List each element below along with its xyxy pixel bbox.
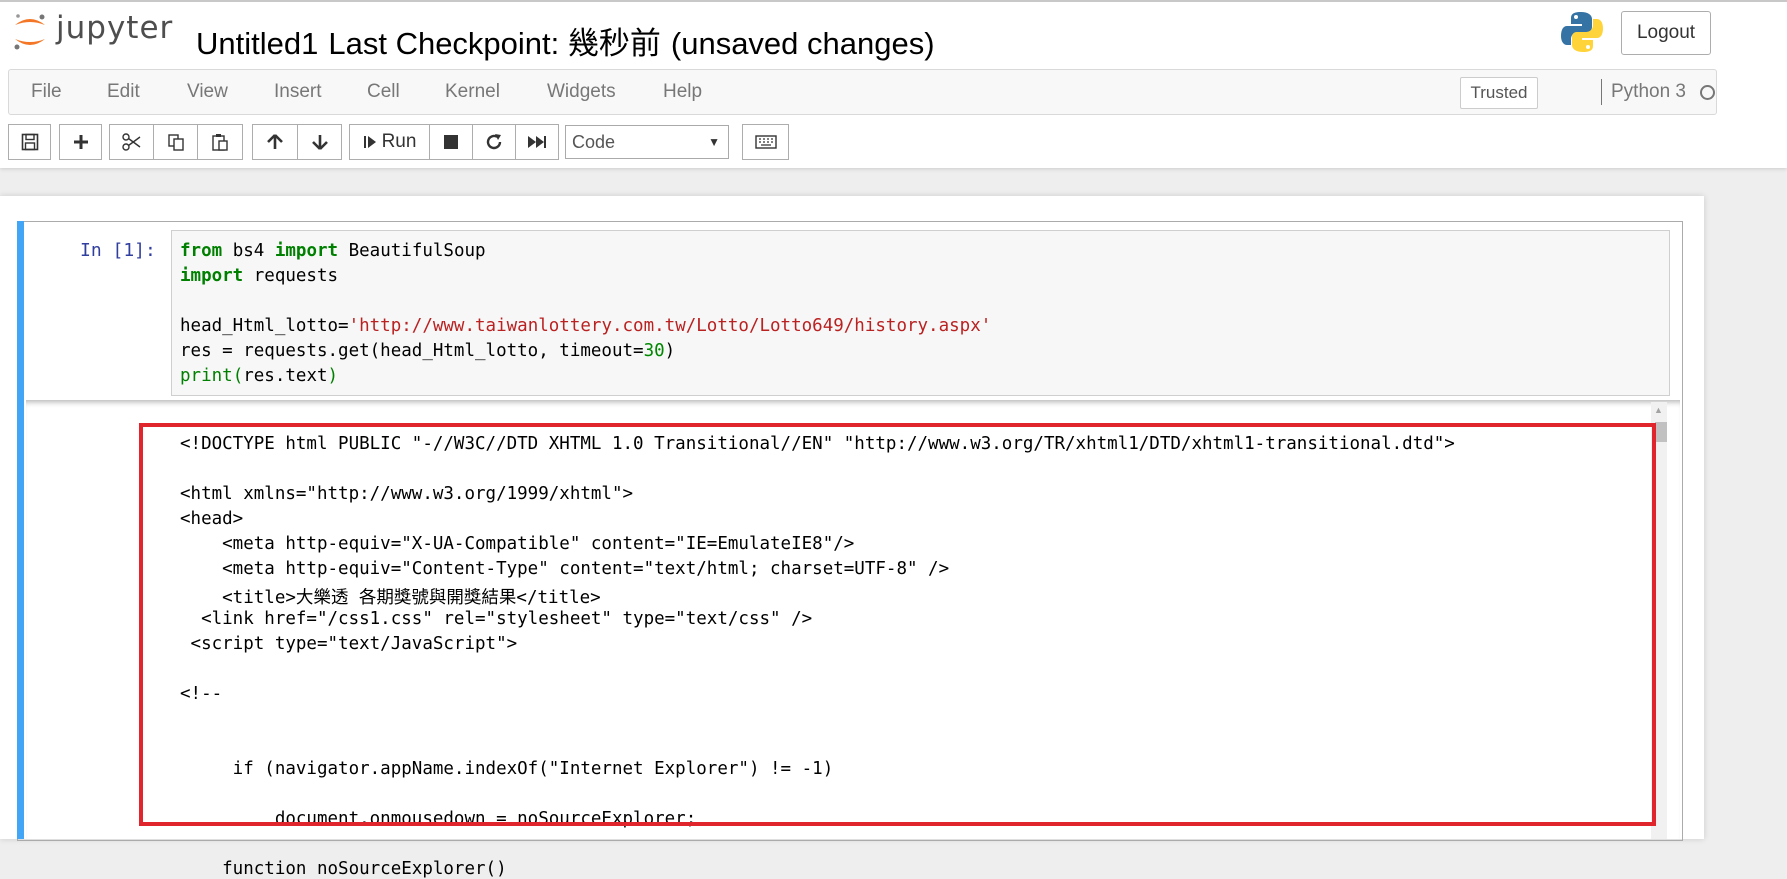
- trusted-badge[interactable]: Trusted: [1460, 77, 1538, 109]
- run-label: Run: [381, 131, 417, 152]
- code-token: res.text: [243, 366, 328, 386]
- scroll-up-arrow-icon[interactable]: ▲: [1654, 405, 1663, 415]
- code-line: res = requests.get(head_Html_lotto, time…: [180, 341, 675, 361]
- step-forward-icon: [363, 136, 376, 148]
- menu-widgets[interactable]: Widgets: [547, 70, 616, 114]
- plus-icon: [73, 135, 88, 149]
- checkpoint-status: Last Checkpoint: 幾秒前: [328, 26, 661, 61]
- jupyter-logo[interactable]: jupyter: [12, 10, 173, 54]
- menu-cell[interactable]: Cell: [367, 70, 400, 114]
- code-token: ): [664, 341, 676, 361]
- paste-icon: [212, 134, 228, 151]
- code-line: print(res.text): [180, 366, 338, 386]
- code-token: print: [180, 366, 233, 386]
- run-button[interactable]: Run: [349, 124, 430, 160]
- code-token: BeautifulSoup: [338, 241, 486, 261]
- kernel-name[interactable]: Python 3: [1611, 70, 1686, 114]
- cut-icon: [121, 133, 140, 151]
- code-token: 30: [643, 341, 665, 361]
- keyboard-icon: [754, 135, 777, 149]
- paste-button[interactable]: [197, 124, 243, 160]
- kernel-divider: [1601, 79, 1602, 105]
- insert-cell-button[interactable]: [59, 124, 102, 160]
- code-token: (: [232, 366, 244, 386]
- notebook-name[interactable]: Untitled1: [196, 26, 318, 61]
- code-token: from: [180, 241, 223, 261]
- move-up-button[interactable]: [252, 124, 298, 160]
- code-token: requests: [243, 266, 339, 286]
- logo-text: jupyter: [56, 10, 174, 46]
- code-token: head_Html_lotto=: [180, 316, 349, 336]
- code-token: bs4: [222, 241, 275, 261]
- jupyter-logo-icon: [14, 14, 45, 50]
- menubar: File Edit View Insert Cell Kernel Widget…: [8, 69, 1717, 115]
- arrow-down-icon: [311, 135, 328, 150]
- menu-kernel[interactable]: Kernel: [445, 70, 500, 114]
- cut-button[interactable]: [109, 124, 154, 160]
- cell-type-select[interactable]: Code ▼: [565, 125, 729, 159]
- code-token: res = requests.get(head_Html_lotto, time…: [180, 341, 644, 361]
- code-token: ): [327, 366, 339, 386]
- code-token: import: [274, 241, 339, 261]
- scrollbar-thumb[interactable]: [1655, 422, 1667, 442]
- cell-selected-indicator: [17, 221, 24, 839]
- logout-button[interactable]: Logout: [1621, 11, 1711, 55]
- python-logo-icon: [1560, 10, 1604, 59]
- code-token: import: [180, 266, 244, 286]
- arrow-up-icon: [267, 134, 283, 149]
- menu-edit[interactable]: Edit: [107, 70, 140, 114]
- chevron-down-icon: ▼: [708, 135, 720, 149]
- copy-button[interactable]: [153, 124, 198, 160]
- code-token: 'http://www.taiwanlottery.com.tw/Lotto/L…: [348, 316, 992, 336]
- save-button[interactable]: [8, 124, 51, 160]
- code-line: from bs4 import BeautifulSoup: [180, 241, 486, 261]
- menu-insert[interactable]: Insert: [274, 70, 322, 114]
- menu-help[interactable]: Help: [663, 70, 702, 114]
- code-line: import requests: [180, 266, 338, 286]
- move-down-button[interactable]: [297, 124, 342, 160]
- autosave-status: (unsaved changes): [670, 26, 935, 61]
- notebook-title: Untitled1 Last Checkpoint: 幾秒前 (unsaved ch…: [196, 18, 945, 63]
- output-line: function noSourceExplorer(): [180, 859, 507, 879]
- code-line: head_Html_lotto='http://www.taiwanlotter…: [180, 316, 991, 336]
- cell-type-value: Code: [572, 132, 616, 152]
- command-palette-button[interactable]: [742, 124, 789, 160]
- menu-view[interactable]: View: [187, 70, 228, 114]
- menu-file[interactable]: File: [31, 70, 62, 114]
- highlight-annotation-box: [139, 423, 1656, 826]
- copy-icon: [167, 134, 184, 151]
- top-border: [0, 0, 1787, 2]
- restart-icon: [486, 134, 502, 150]
- header: jupyter Untitled1 Last Checkpoint: 幾秒前 (un…: [0, 0, 1787, 168]
- restart-button[interactable]: [472, 124, 516, 160]
- run-all-button[interactable]: [515, 124, 559, 160]
- save-icon: [21, 133, 38, 151]
- input-prompt: In [1]:: [80, 240, 156, 261]
- kernel-idle-icon: [1700, 85, 1715, 100]
- stop-icon: [444, 135, 458, 149]
- interrupt-button[interactable]: [429, 124, 473, 160]
- fast-forward-icon: [528, 136, 546, 148]
